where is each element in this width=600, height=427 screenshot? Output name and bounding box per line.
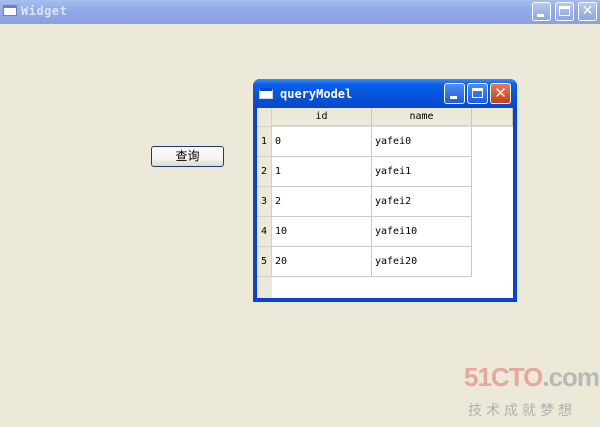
table-cell-id[interactable]: 2: [272, 187, 372, 217]
watermark-logo-suffix: .com: [542, 362, 600, 392]
table-cell-id[interactable]: 0: [272, 127, 372, 157]
maximize-button[interactable]: [555, 2, 574, 21]
table-cell-id[interactable]: 10: [272, 217, 372, 247]
maximize-icon: [559, 6, 570, 16]
column-header-name[interactable]: name: [372, 108, 472, 127]
main-window-titlebar[interactable]: Widget ✕: [0, 0, 600, 24]
table-corner-button[interactable]: [257, 108, 272, 127]
window-icon: [259, 88, 273, 99]
table-cell-id[interactable]: 20: [272, 247, 372, 277]
query-model-window: queryModel ✕ id name 1 0 yafei0 2 1 yafe…: [253, 79, 517, 302]
maximize-button[interactable]: [467, 83, 488, 104]
watermark-tagline: 技术成就梦想: [468, 403, 576, 419]
table-cell-name[interactable]: yafei0: [372, 127, 472, 157]
row-header[interactable]: 5: [257, 247, 272, 277]
table-cell-name[interactable]: yafei2: [372, 187, 472, 217]
close-button[interactable]: ✕: [490, 83, 511, 104]
column-header-filler: [472, 108, 513, 127]
table-cell-name[interactable]: yafei10: [372, 217, 472, 247]
table-cell-name[interactable]: yafei1: [372, 157, 472, 187]
minimize-button[interactable]: [532, 2, 551, 21]
row-header[interactable]: 2: [257, 157, 272, 187]
close-button[interactable]: ✕: [578, 2, 597, 21]
row-header-gutter: [257, 277, 272, 298]
row-header[interactable]: 3: [257, 187, 272, 217]
main-window-title: Widget: [21, 4, 68, 18]
maximize-icon: [472, 88, 483, 98]
close-icon: ✕: [581, 3, 594, 19]
window-icon: [3, 5, 17, 16]
table-view[interactable]: id name 1 0 yafei0 2 1 yafei1 3 2 yafei2…: [257, 108, 513, 298]
minimize-icon: [450, 96, 457, 99]
minimize-button[interactable]: [444, 83, 465, 104]
minimize-icon: [537, 14, 544, 17]
table-cell-name[interactable]: yafei20: [372, 247, 472, 277]
watermark-logo: 51CTO.com: [464, 362, 600, 393]
query-model-title: queryModel: [280, 87, 353, 101]
query-button[interactable]: 查询: [151, 146, 224, 167]
row-header[interactable]: 1: [257, 127, 272, 157]
column-header-id[interactable]: id: [272, 108, 372, 127]
table-empty-area: [272, 277, 513, 298]
row-header[interactable]: 4: [257, 217, 272, 247]
table-cell-id[interactable]: 1: [272, 157, 372, 187]
close-icon: ✕: [494, 84, 507, 102]
query-model-titlebar[interactable]: queryModel ✕: [253, 79, 517, 108]
watermark-logo-text: 51CTO: [464, 362, 543, 392]
